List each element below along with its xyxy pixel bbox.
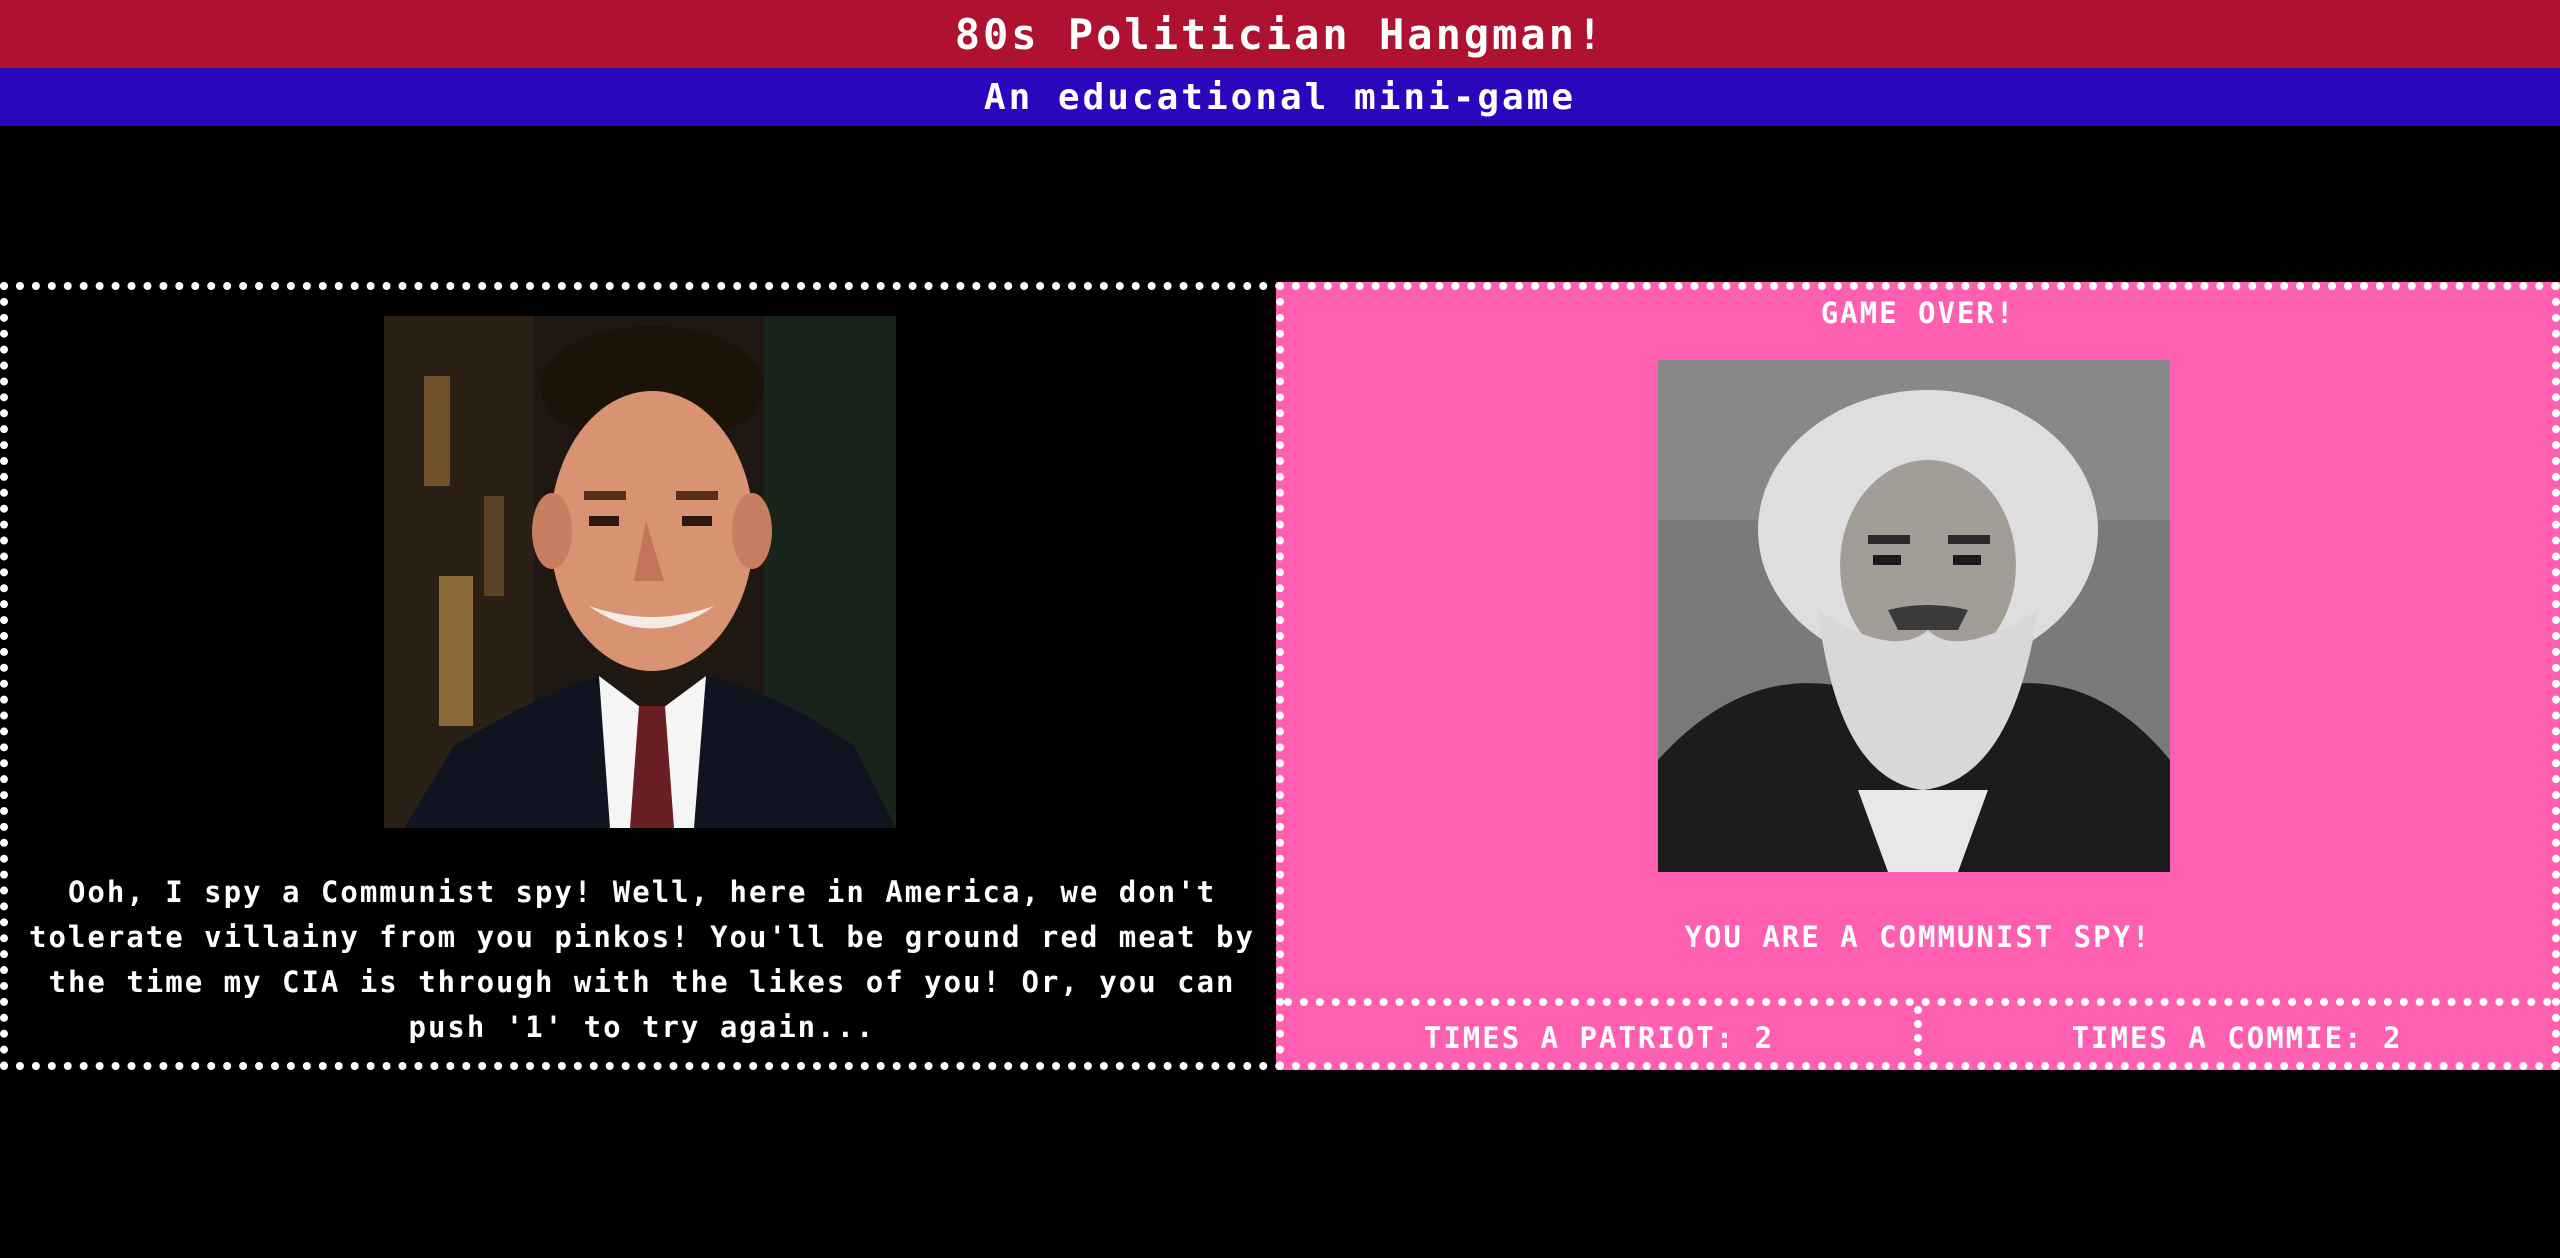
subtitle-bar: An educational mini-game [0,68,2560,126]
game-over-panel: GAME OVER! YOU ARE A COMMUNIST SPY! TIME… [1276,282,2560,1070]
politician-panel: Ooh, I spy a Communist spy! Well, here i… [0,282,1284,1070]
ronald-reagan-portrait-icon [384,316,896,828]
result-portrait [1658,360,2170,872]
politician-taunt: Ooh, I spy a Communist spy! Well, here i… [29,875,1255,1044]
game-over-heading: GAME OVER! [1820,296,2016,330]
game-subtitle: An educational mini-game [983,76,1577,118]
commie-score: TIMES A COMMIE: 2 [1914,1006,2552,1070]
politician-portrait [384,316,896,828]
score-bar: TIMES A PATRIOT: 2 TIMES A COMMIE: 2 [1284,998,2552,1070]
patriot-score: TIMES A PATRIOT: 2 [1423,1021,1775,1055]
karl-marx-portrait-icon [1658,360,2170,872]
title-bar: 80s Politician Hangman! [0,0,2560,68]
result-message: YOU ARE A COMMUNIST SPY! [1684,920,2152,954]
game-title: 80s Politician Hangman! [954,9,1606,59]
